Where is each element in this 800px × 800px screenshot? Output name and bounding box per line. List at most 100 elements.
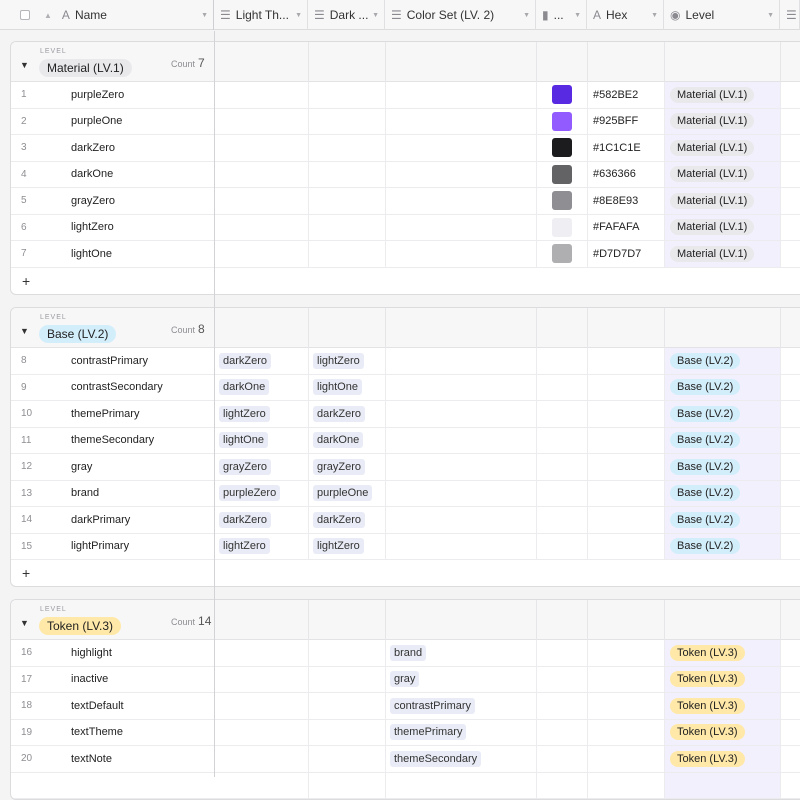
dark-theme-cell[interactable]: lightZero [309, 348, 386, 374]
linked-record-chip[interactable]: gray [390, 671, 419, 687]
hex-cell[interactable] [588, 401, 665, 427]
level-cell[interactable]: Material (LV.1) [665, 241, 781, 267]
dark-theme-cell[interactable] [309, 773, 386, 799]
hex-cell[interactable]: #FAFAFA [588, 215, 665, 241]
table-row[interactable]: 9contrastSecondarydarkOnelightOneBase (L… [11, 375, 800, 402]
color-set-cell[interactable] [386, 135, 537, 161]
level-cell[interactable]: Material (LV.1) [665, 188, 781, 214]
light-theme-cell[interactable]: lightZero [215, 401, 309, 427]
hex-cell[interactable] [588, 667, 665, 693]
color-set-cell[interactable]: contrastPrimary [386, 693, 537, 719]
table-row[interactable]: 11themeSecondarylightOnedarkOneBase (LV.… [11, 428, 800, 455]
table-row[interactable]: 18textDefaultcontrastPrimaryToken (LV.3) [11, 693, 800, 720]
extra-cell[interactable] [781, 215, 800, 241]
column-header-light-theme[interactable]: ☰ Light Th... ▼ [214, 0, 308, 30]
table-row[interactable]: 12graygrayZerograyZeroBase (LV.2) [11, 454, 800, 481]
name-cell[interactable]: inactive [61, 667, 215, 693]
name-cell[interactable]: lightPrimary [61, 534, 215, 560]
linked-record-chip[interactable]: lightZero [313, 353, 364, 369]
extra-cell[interactable] [781, 640, 800, 666]
hex-cell[interactable] [588, 348, 665, 374]
table-row[interactable]: 14darkPrimarydarkZerodarkZeroBase (LV.2) [11, 507, 800, 534]
dark-theme-cell[interactable] [309, 162, 386, 188]
level-cell[interactable]: Material (LV.1) [665, 162, 781, 188]
table-row[interactable]: 17inactivegrayToken (LV.3) [11, 667, 800, 694]
light-theme-cell[interactable]: lightZero [215, 534, 309, 560]
swatch-cell[interactable] [537, 746, 588, 772]
table-row[interactable]: 19textThemethemePrimaryToken (LV.3) [11, 720, 800, 747]
extra-cell[interactable] [781, 135, 800, 161]
extra-cell[interactable] [781, 109, 800, 135]
swatch-cell[interactable] [537, 773, 588, 799]
name-cell[interactable]: brand [61, 481, 215, 507]
light-theme-cell[interactable] [215, 135, 309, 161]
hex-cell[interactable]: #1C1C1E [588, 135, 665, 161]
collapse-triangle-icon[interactable]: ▼ [20, 60, 29, 70]
level-cell[interactable]: Base (LV.2) [665, 534, 781, 560]
swatch-cell[interactable] [537, 82, 588, 108]
name-cell[interactable]: contrastSecondary [61, 375, 215, 401]
level-cell[interactable]: Token (LV.3) [665, 720, 781, 746]
chevron-down-icon[interactable]: ▼ [372, 12, 379, 19]
linked-record-chip[interactable]: darkZero [219, 353, 271, 369]
level-cell[interactable]: Material (LV.1) [665, 82, 781, 108]
color-set-cell[interactable] [386, 481, 537, 507]
dark-theme-cell[interactable] [309, 215, 386, 241]
dark-theme-cell[interactable]: lightOne [309, 375, 386, 401]
light-theme-cell[interactable] [215, 241, 309, 267]
hex-cell[interactable]: #636366 [588, 162, 665, 188]
extra-cell[interactable] [781, 162, 800, 188]
level-cell[interactable]: Token (LV.3) [665, 640, 781, 666]
dark-theme-cell[interactable] [309, 720, 386, 746]
level-cell[interactable]: Base (LV.2) [665, 481, 781, 507]
swatch-cell[interactable] [537, 481, 588, 507]
color-swatch[interactable] [552, 138, 572, 157]
chevron-down-icon[interactable]: ▼ [767, 12, 774, 19]
name-cell[interactable]: contrastPrimary [61, 348, 215, 374]
swatch-cell[interactable] [537, 507, 588, 533]
color-set-cell[interactable] [386, 215, 537, 241]
table-row[interactable]: 20textNotethemeSecondaryToken (LV.3) [11, 746, 800, 773]
linked-record-chip[interactable]: lightOne [219, 432, 268, 448]
swatch-cell[interactable] [537, 667, 588, 693]
linked-record-chip[interactable]: darkZero [313, 406, 365, 422]
linked-record-chip[interactable]: lightZero [219, 406, 270, 422]
column-header-level[interactable]: ◉ Level ▼ [664, 0, 780, 30]
name-cell[interactable]: darkZero [61, 135, 215, 161]
color-set-cell[interactable] [386, 188, 537, 214]
dark-theme-cell[interactable] [309, 109, 386, 135]
extra-cell[interactable] [781, 348, 800, 374]
color-set-cell[interactable]: gray [386, 667, 537, 693]
linked-record-chip[interactable]: themePrimary [390, 724, 466, 740]
level-cell[interactable] [665, 773, 781, 799]
linked-record-chip[interactable]: darkZero [219, 512, 271, 528]
light-theme-cell[interactable] [215, 215, 309, 241]
linked-record-chip[interactable]: themeSecondary [390, 751, 481, 767]
add-record-button[interactable]: + [11, 268, 800, 294]
group-header[interactable]: ▼LEVELBase (LV.2)Count8 [11, 308, 800, 348]
dark-theme-cell[interactable]: darkZero [309, 401, 386, 427]
extra-cell[interactable] [781, 667, 800, 693]
extra-cell[interactable] [781, 401, 800, 427]
extra-cell[interactable] [781, 241, 800, 267]
hex-cell[interactable] [588, 534, 665, 560]
light-theme-cell[interactable] [215, 693, 309, 719]
color-set-cell[interactable]: themeSecondary [386, 746, 537, 772]
light-theme-cell[interactable] [215, 82, 309, 108]
table-row[interactable]: 16highlightbrandToken (LV.3) [11, 640, 800, 667]
swatch-cell[interactable] [537, 534, 588, 560]
level-cell[interactable]: Material (LV.1) [665, 109, 781, 135]
extra-cell[interactable] [781, 773, 800, 799]
hex-cell[interactable]: #D7D7D7 [588, 241, 665, 267]
level-cell[interactable]: Base (LV.2) [665, 507, 781, 533]
swatch-cell[interactable] [537, 109, 588, 135]
collapse-triangle-icon[interactable]: ▼ [20, 326, 29, 336]
hex-cell[interactable] [588, 375, 665, 401]
light-theme-cell[interactable]: darkOne [215, 375, 309, 401]
linked-record-chip[interactable]: brand [390, 645, 426, 661]
frozen-column-divider[interactable] [214, 31, 215, 777]
extra-cell[interactable] [781, 428, 800, 454]
table-row[interactable] [11, 773, 800, 800]
extra-cell[interactable] [781, 507, 800, 533]
table-row[interactable]: 10themePrimarylightZerodarkZeroBase (LV.… [11, 401, 800, 428]
